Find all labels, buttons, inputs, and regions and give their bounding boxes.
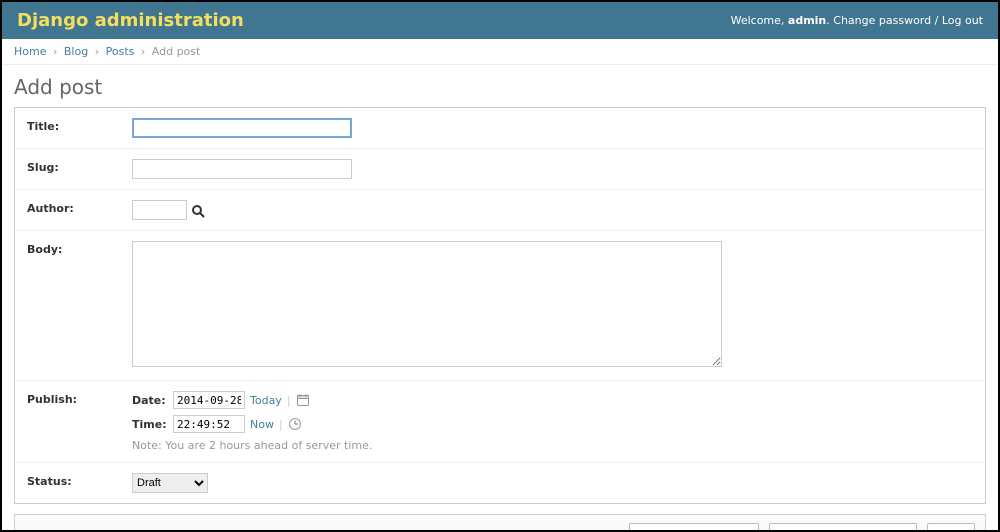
publish-date-input[interactable] <box>173 391 245 409</box>
row-title: Title: <box>15 108 985 149</box>
user-tools-sep: / <box>931 14 942 27</box>
submit-row <box>14 514 986 532</box>
publish-time-label: Time: <box>132 418 168 431</box>
lookup-icon[interactable] <box>191 204 205 218</box>
now-link[interactable]: Now <box>250 418 274 431</box>
breadcrumb-sep: › <box>141 45 145 58</box>
logout-link[interactable]: Log out <box>942 14 983 27</box>
title-input[interactable] <box>132 118 352 138</box>
datetime-divider: | <box>279 418 283 431</box>
slug-input[interactable] <box>132 159 352 179</box>
row-publish: Publish: Date: Today | Time: No <box>15 381 985 463</box>
title-label: Title: <box>27 118 132 133</box>
calendar-icon[interactable] <box>296 393 310 407</box>
header-bar: Django administration Welcome, admin. Ch… <box>2 2 998 39</box>
publish-label: Publish: <box>27 391 132 406</box>
publish-time-input[interactable] <box>173 415 245 433</box>
form-module: Title: Slug: Author: <box>14 107 986 504</box>
author-label: Author: <box>27 200 132 215</box>
clock-icon[interactable] <box>288 417 302 431</box>
breadcrumb-current: Add post <box>152 45 201 58</box>
row-author: Author: <box>15 190 985 231</box>
breadcrumb-home[interactable]: Home <box>14 45 46 58</box>
body-label: Body: <box>27 241 132 256</box>
breadcrumb-sep: › <box>95 45 99 58</box>
author-input[interactable] <box>132 200 187 220</box>
status-select[interactable]: Draft <box>132 473 208 493</box>
row-body: Body: <box>15 231 985 381</box>
site-title: Django administration <box>17 10 244 31</box>
breadcrumb: Home › Blog › Posts › Add post <box>2 39 998 65</box>
breadcrumb-sep: › <box>53 45 57 58</box>
save-continue-button[interactable] <box>769 523 918 532</box>
save-add-another-button[interactable] <box>629 523 759 532</box>
row-status: Status: Draft <box>15 463 985 503</box>
publish-date-label: Date: <box>132 394 168 407</box>
breadcrumb-model[interactable]: Posts <box>106 45 135 58</box>
breadcrumb-app[interactable]: Blog <box>64 45 88 58</box>
username: admin <box>788 14 826 27</box>
change-password-link[interactable]: Change password <box>833 14 931 27</box>
body-textarea[interactable] <box>132 241 722 367</box>
page-title: Add post <box>14 75 986 99</box>
timezone-note: Note: You are 2 hours ahead of server ti… <box>132 439 973 452</box>
status-label: Status: <box>27 473 132 488</box>
user-tools: Welcome, admin. Change password / Log ou… <box>731 14 983 27</box>
welcome-prefix: Welcome, <box>731 14 788 27</box>
datetime-divider: | <box>287 394 291 407</box>
row-slug: Slug: <box>15 149 985 190</box>
slug-label: Slug: <box>27 159 132 174</box>
save-button[interactable] <box>927 523 975 532</box>
today-link[interactable]: Today <box>250 394 282 407</box>
